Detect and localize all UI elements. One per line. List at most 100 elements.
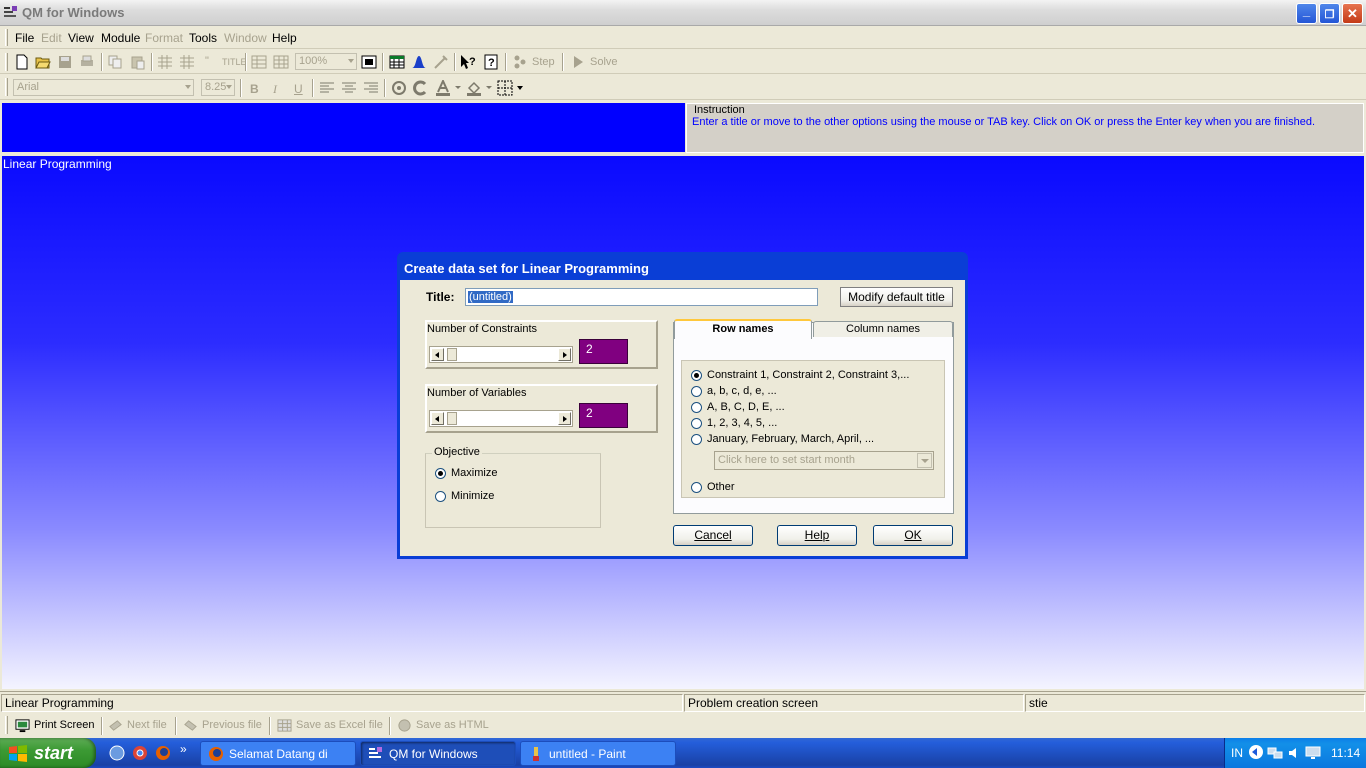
- row-option-label[interactable]: A, B, C, D, E, ...: [707, 401, 785, 413]
- scroll-right-button[interactable]: [558, 348, 571, 361]
- quicklaunch-chrome-icon[interactable]: [132, 745, 148, 761]
- row-option-label[interactable]: Constraint 1, Constraint 2, Constraint 3…: [707, 369, 909, 381]
- menu-file[interactable]: File: [15, 31, 34, 45]
- clock[interactable]: 11:14: [1331, 746, 1360, 760]
- modify-default-title-button[interactable]: Modify default title: [840, 287, 953, 307]
- close-button[interactable]: ✕: [1342, 3, 1363, 24]
- delete-row-icon[interactable]: [179, 54, 195, 70]
- maximize-label[interactable]: Maximize: [451, 467, 497, 479]
- save-excel-button[interactable]: Save as Excel file: [272, 716, 387, 736]
- cancel-button[interactable]: Cancel: [673, 525, 753, 546]
- start-button[interactable]: start: [0, 738, 96, 768]
- solve-button[interactable]: Solve: [590, 56, 618, 68]
- save-html-button[interactable]: Save as HTML: [392, 716, 492, 736]
- font-size-select[interactable]: 8.25: [201, 79, 235, 96]
- table-icon[interactable]: [273, 54, 289, 70]
- align-left-icon[interactable]: [319, 80, 335, 96]
- quote-icon[interactable]: ": [205, 55, 209, 67]
- context-help-icon[interactable]: ?: [460, 54, 476, 70]
- next-file-button[interactable]: Next file: [103, 716, 173, 736]
- step-button[interactable]: Step: [532, 56, 555, 68]
- scroll-left-button[interactable]: [431, 348, 444, 361]
- slider-thumb[interactable]: [447, 412, 457, 425]
- play-icon[interactable]: [570, 54, 586, 70]
- taskbar-item-qm[interactable]: QM for Windows: [360, 741, 516, 766]
- taskbar-item-browser[interactable]: Selamat Datang di Fa...: [200, 741, 356, 766]
- menu-format[interactable]: Format: [145, 31, 183, 45]
- minimize-radio[interactable]: [435, 491, 446, 502]
- chevron-down-icon[interactable]: [455, 86, 461, 89]
- open-folder-icon[interactable]: [35, 54, 51, 70]
- quicklaunch-more-icon[interactable]: »: [180, 742, 187, 756]
- font-color-icon[interactable]: [435, 80, 451, 96]
- align-center-icon[interactable]: [341, 80, 357, 96]
- scroll-left-button[interactable]: [431, 412, 444, 425]
- quicklaunch-firefox-icon[interactable]: [155, 745, 171, 761]
- scroll-right-button[interactable]: [558, 412, 571, 425]
- menu-edit[interactable]: Edit: [41, 31, 62, 45]
- chevron-down-icon[interactable]: [517, 86, 523, 90]
- menu-tools[interactable]: Tools: [189, 31, 217, 45]
- fill-color-icon[interactable]: [466, 80, 482, 96]
- save-icon[interactable]: [57, 54, 73, 70]
- ok-button[interactable]: OK: [873, 525, 953, 546]
- network-icon[interactable]: [1267, 745, 1283, 761]
- quicklaunch-globe-icon[interactable]: [109, 745, 125, 761]
- window-title-bar[interactable]: QM for Windows _ ❐ ✕: [0, 0, 1366, 26]
- start-month-select[interactable]: Click here to set start month: [714, 451, 934, 470]
- display-icon[interactable]: [1305, 745, 1321, 761]
- help-button[interactable]: Help: [777, 525, 857, 546]
- language-indicator[interactable]: IN: [1231, 746, 1243, 760]
- align-right-icon[interactable]: [363, 80, 379, 96]
- row-option-radio[interactable]: [691, 386, 702, 397]
- tab-row-names[interactable]: Row names: [674, 319, 812, 339]
- insert-row-icon[interactable]: [157, 54, 173, 70]
- row-option-radio[interactable]: [691, 370, 702, 381]
- copy-icon[interactable]: [107, 54, 123, 70]
- restore-button[interactable]: ❐: [1319, 3, 1340, 24]
- underline-button[interactable]: U: [294, 82, 303, 96]
- volume-icon[interactable]: [1287, 745, 1303, 761]
- row-option-radio[interactable]: [691, 434, 702, 445]
- row-option-radio[interactable]: [691, 402, 702, 413]
- row-option-label[interactable]: January, February, March, April, ...: [707, 433, 874, 445]
- title-input[interactable]: (untitled): [465, 288, 818, 306]
- menu-module[interactable]: Module: [101, 31, 140, 45]
- chevron-down-icon[interactable]: [486, 86, 492, 89]
- tray-expand-button[interactable]: [1249, 745, 1263, 759]
- print-screen-button[interactable]: Print Screen: [10, 716, 100, 736]
- start-month-dropdown-button[interactable]: [917, 453, 932, 468]
- borders-icon[interactable]: [497, 80, 513, 96]
- minimize-label[interactable]: Minimize: [451, 490, 494, 502]
- decimal-icon[interactable]: [391, 80, 407, 96]
- font-name-select[interactable]: Arial: [13, 79, 194, 96]
- help-icon[interactable]: ?: [483, 54, 499, 70]
- step-icon[interactable]: [512, 54, 528, 70]
- row-option-radio[interactable]: [691, 418, 702, 429]
- new-file-icon[interactable]: [14, 54, 30, 70]
- constraints-slider[interactable]: [429, 346, 573, 363]
- previous-file-button[interactable]: Previous file: [178, 716, 268, 736]
- row-option-label[interactable]: 1, 2, 3, 4, 5, ...: [707, 417, 777, 429]
- row-option-label[interactable]: Other: [707, 481, 735, 493]
- bold-button[interactable]: B: [250, 82, 259, 96]
- title-icon[interactable]: TITLE: [222, 57, 247, 67]
- maximize-radio[interactable]: [435, 468, 446, 479]
- variables-slider[interactable]: [429, 410, 573, 427]
- slider-thumb[interactable]: [447, 348, 457, 361]
- row-option-radio[interactable]: [691, 482, 702, 493]
- tab-column-names[interactable]: Column names: [813, 321, 953, 337]
- print-icon[interactable]: [79, 54, 95, 70]
- menu-view[interactable]: View: [68, 31, 94, 45]
- minimize-button[interactable]: _: [1296, 3, 1317, 24]
- drawing-tool-icon[interactable]: [433, 54, 449, 70]
- normal-distribution-icon[interactable]: [411, 54, 427, 70]
- full-screen-icon[interactable]: [361, 54, 377, 70]
- grid-icon[interactable]: [251, 54, 267, 70]
- taskbar-item-paint[interactable]: untitled - Paint: [520, 741, 676, 766]
- currency-icon[interactable]: [413, 80, 429, 96]
- menu-window[interactable]: Window: [224, 31, 267, 45]
- italic-button[interactable]: I: [273, 82, 277, 97]
- row-option-label[interactable]: a, b, c, d, e, ...: [707, 385, 777, 397]
- zoom-select[interactable]: 100%: [295, 53, 357, 70]
